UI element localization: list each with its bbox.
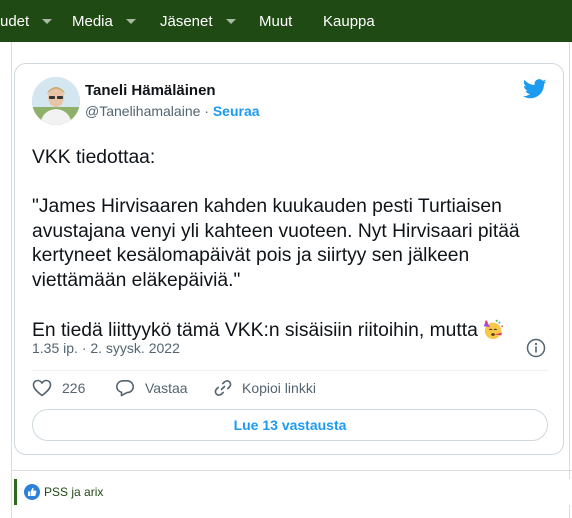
avatar[interactable] [32,77,80,125]
tweet-paragraph: VKK tiedottaa: [32,147,156,168]
avatar-photo [32,77,80,125]
handle-separator: · [200,103,213,119]
like-count: 226 [62,380,86,396]
tweet-timestamp[interactable]: 1.35 ip. · 2. syysk. 2022 [32,340,180,356]
info-icon[interactable] [526,338,546,358]
tweet-divider [32,370,548,371]
like-button[interactable]: 226 [32,378,85,398]
content-border-left [11,42,12,518]
thumbs-up-icon [24,484,40,500]
chevron-down-icon [225,18,236,24]
nav-item-label: Jäsenet [160,12,213,30]
reply-button[interactable]: Vastaa [115,378,188,398]
reaction-users[interactable]: PSS ja arix [44,485,103,499]
nav-item-members[interactable]: Jäsenet [160,0,236,42]
nav-item-shop[interactable]: Kauppa [323,0,375,42]
chevron-down-icon [42,18,53,24]
nav-item-label: Media [72,12,113,30]
tweet-paragraph-text: En tiedä liittyykö tämä VKK:n sisäisiin … [32,319,478,341]
reactions-bar: PSS ja arix [14,479,570,505]
twitter-bird-icon[interactable] [523,78,547,100]
chevron-down-icon [125,18,136,24]
nav-item-label: Muut [259,12,293,30]
nav-item-label: udet [0,12,30,30]
party-face-icon [483,319,503,339]
nav-item-label: Kauppa [323,12,375,30]
nav-item-other[interactable]: Muut [259,0,292,42]
reply-label: Vastaa [145,380,188,396]
embedded-tweet: Taneli Hämäläinen @Tanelihamalaine · Seu… [14,63,564,455]
top-navbar: udet Media Jäsenet Muut Kauppa [0,0,572,42]
author-handle[interactable]: @Tanelihamalaine [85,103,200,119]
content-border-right [569,42,570,518]
read-replies-button[interactable]: Lue 13 vastausta [32,409,548,441]
nav-item-media[interactable]: Media [72,0,136,42]
tweet-body: VKK tiedottaa: "James Hirvisaaren kahden… [32,146,552,343]
reply-bubble-icon [116,380,134,397]
heart-icon [32,379,52,397]
author-name[interactable]: Taneli Hämäläinen [85,82,216,99]
post-footer-divider [11,470,572,471]
copy-link-button[interactable]: Kopioi linkki [214,378,316,398]
link-icon [214,380,232,396]
nav-item-updates[interactable]: udet [0,0,53,42]
copy-link-label: Kopioi linkki [242,380,316,396]
tweet-paragraph: "James Hirvisaaren kahden kuukauden pest… [32,196,526,291]
author-handle-line: @Tanelihamalaine · Seuraa [85,103,260,119]
follow-button[interactable]: Seuraa [213,103,260,119]
